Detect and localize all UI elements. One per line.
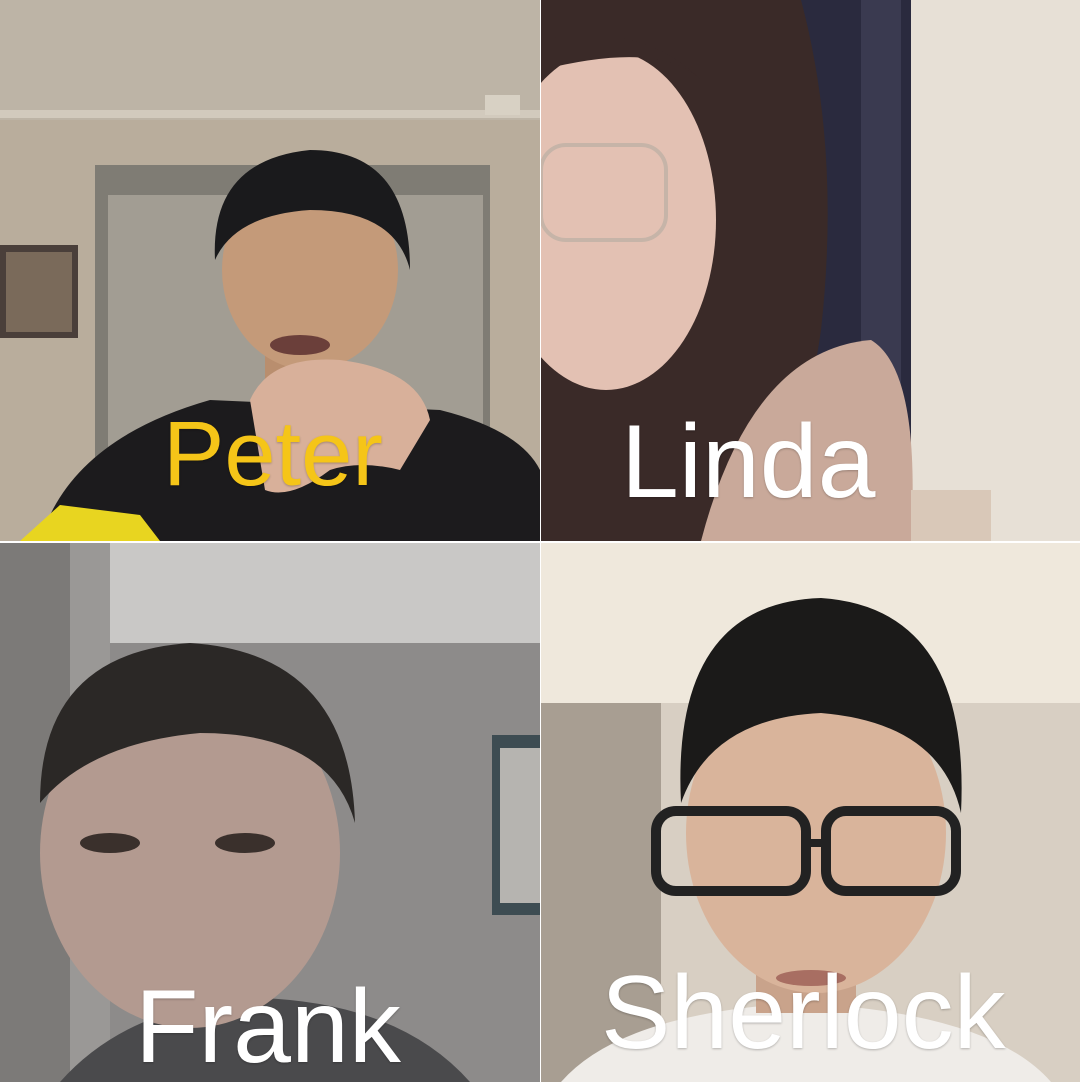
- video-tile-sherlock[interactable]: Sherlock: [541, 543, 1080, 1082]
- participant-name-linda: Linda: [621, 404, 876, 520]
- tile-divider-horizontal: [0, 541, 1080, 543]
- video-grid: Peter Linda Frank Sherlock: [0, 0, 1080, 1082]
- video-tile-linda[interactable]: Linda: [541, 0, 1080, 541]
- video-tile-frank[interactable]: Frank: [0, 543, 540, 1082]
- participant-name-frank: Frank: [135, 969, 401, 1082]
- video-tile-peter[interactable]: Peter: [0, 0, 540, 541]
- participant-name-peter: Peter: [163, 403, 383, 505]
- participant-name-sherlock: Sherlock: [601, 955, 1006, 1071]
